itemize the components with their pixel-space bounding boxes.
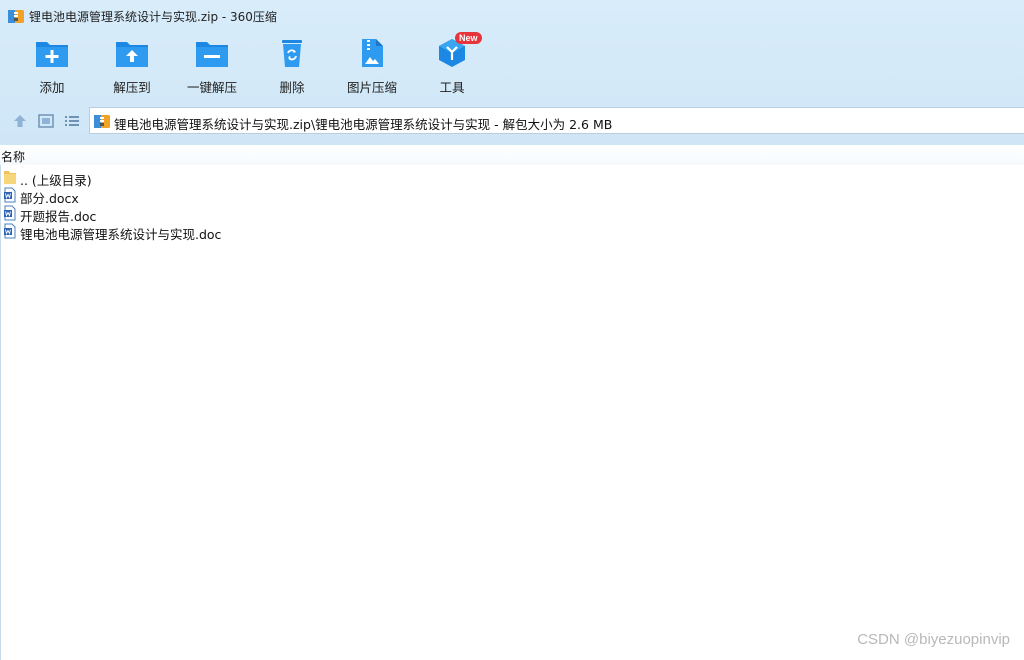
one-click-extract-label: 一键解压: [186, 80, 237, 95]
word-document-icon: [4, 187, 16, 203]
watermark: CSDN @biyezuopinvip: [857, 631, 1010, 648]
new-badge: New: [455, 32, 482, 44]
title-bar: 锂电池电源管理系统设计与实现.zip - 360压缩: [0, 0, 1024, 32]
image-compress-label: 图片压缩: [346, 80, 397, 95]
navigation-bar: 锂电池电源管理系统设计与实现.zip\锂电池电源管理系统设计与实现 - 解包大小…: [0, 106, 1024, 136]
window-title: 锂电池电源管理系统设计与实现.zip - 360压缩: [29, 10, 277, 24]
extract-to-button[interactable]: 解压到: [92, 36, 172, 98]
add-button[interactable]: 添加: [12, 36, 92, 98]
image-compress-icon: [362, 39, 383, 67]
tools-label: 工具: [439, 80, 465, 95]
up-arrow-icon[interactable]: [11, 112, 29, 130]
list-item-file[interactable]: 部分.docx: [0, 186, 1024, 206]
one-click-extract-button[interactable]: 一键解压: [172, 36, 252, 98]
list-view-icon[interactable]: [63, 112, 81, 130]
one-click-extract-icon: [196, 42, 228, 67]
extract-to-label: 解压到: [113, 80, 151, 95]
extract-to-folder-icon: [116, 42, 148, 67]
list-item-parent-directory[interactable]: .. (上级目录): [0, 168, 1024, 188]
file-name: 锂电池电源管理系统设计与实现.doc: [20, 227, 222, 242]
delete-button[interactable]: 删除: [252, 36, 332, 98]
zip-archive-icon: [8, 10, 24, 23]
image-compress-button[interactable]: 图片压缩: [332, 36, 412, 98]
list-item-file[interactable]: 锂电池电源管理系统设计与实现.doc: [0, 222, 1024, 242]
list-item-file[interactable]: 开题报告.doc: [0, 204, 1024, 224]
main-toolbar: 添加 解压到 一键解压 删除 图片压缩 New 工具: [12, 32, 512, 98]
folder-icon: [4, 171, 16, 184]
name-column-header[interactable]: 名称: [1, 148, 25, 165]
delete-label: 删除: [279, 80, 305, 95]
word-document-icon: [4, 223, 16, 239]
add-label: 添加: [39, 80, 65, 95]
tools-button[interactable]: New 工具: [412, 32, 492, 98]
thumbnail-view-icon[interactable]: [37, 112, 55, 130]
column-header: 名称: [0, 145, 1024, 165]
recycle-bin-icon: [282, 40, 302, 67]
word-document-icon: [4, 205, 16, 221]
zip-archive-icon: [94, 115, 110, 128]
address-path: 锂电池电源管理系统设计与实现.zip\锂电池电源管理系统设计与实现 - 解包大小…: [114, 117, 613, 132]
add-folder-icon: [36, 42, 68, 67]
address-bar[interactable]: 锂电池电源管理系统设计与实现.zip\锂电池电源管理系统设计与实现 - 解包大小…: [89, 107, 1024, 134]
